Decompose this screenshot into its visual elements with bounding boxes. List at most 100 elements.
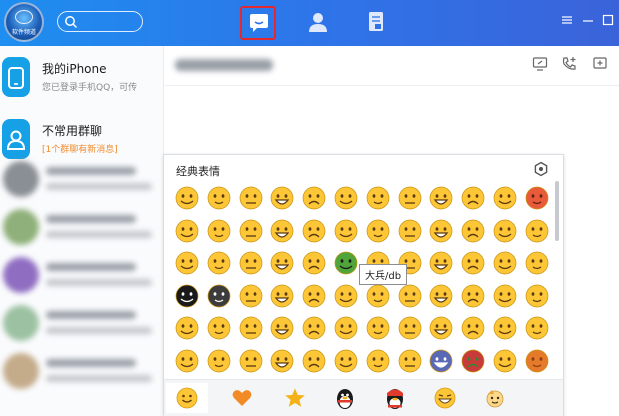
emoji[interactable] xyxy=(299,281,329,311)
emoji[interactable] xyxy=(236,346,266,376)
emoji[interactable] xyxy=(267,346,297,376)
basketball-emoji[interactable] xyxy=(522,346,552,376)
emoji[interactable] xyxy=(299,346,329,376)
category-qq[interactable] xyxy=(324,383,366,413)
angry-emoji[interactable] xyxy=(522,183,552,213)
emoji[interactable] xyxy=(172,346,202,376)
category-sticker[interactable] xyxy=(474,383,516,413)
emoji[interactable] xyxy=(490,281,520,311)
list-item[interactable] xyxy=(0,348,163,394)
emoji[interactable] xyxy=(331,346,361,376)
category-qq-red[interactable] xyxy=(374,383,416,413)
emoji[interactable] xyxy=(458,313,488,343)
maximize-icon[interactable] xyxy=(602,14,614,26)
category-star[interactable] xyxy=(274,383,316,413)
emoji[interactable] xyxy=(267,281,297,311)
emoji[interactable] xyxy=(236,281,266,311)
emoji[interactable] xyxy=(363,281,393,311)
emoji[interactable] xyxy=(458,216,488,246)
emoji[interactable] xyxy=(426,183,456,213)
emoji[interactable] xyxy=(267,313,297,343)
emoji[interactable] xyxy=(204,248,234,278)
emoji[interactable] xyxy=(490,216,520,246)
emoji[interactable] xyxy=(426,248,456,278)
tab-contacts[interactable] xyxy=(301,6,337,40)
list-item[interactable] xyxy=(0,252,163,298)
category-favorites[interactable] xyxy=(221,383,263,413)
category-laughing[interactable] xyxy=(424,383,466,413)
emoji[interactable] xyxy=(267,248,297,278)
add-member-icon[interactable] xyxy=(592,56,608,72)
conversation-item-iphone[interactable]: 我的iPhone 您已登录手机QQ，可传 xyxy=(0,46,163,108)
emoji[interactable] xyxy=(204,313,234,343)
emoji[interactable] xyxy=(204,346,234,376)
emoji[interactable] xyxy=(522,216,552,246)
emoji[interactable] xyxy=(172,313,202,343)
screen-share-icon[interactable] xyxy=(532,56,548,72)
emoji[interactable] xyxy=(490,346,520,376)
category-default[interactable] xyxy=(166,383,208,413)
emoji[interactable] xyxy=(299,183,329,213)
emoji[interactable] xyxy=(522,313,552,343)
emoji[interactable] xyxy=(458,281,488,311)
emoji[interactable] xyxy=(363,313,393,343)
emoji[interactable] xyxy=(299,216,329,246)
emoji[interactable] xyxy=(395,346,425,376)
minimize-icon[interactable] xyxy=(582,14,594,26)
emoji[interactable] xyxy=(236,183,266,213)
emoji[interactable] xyxy=(395,183,425,213)
search-box[interactable] xyxy=(57,11,143,32)
emoji[interactable] xyxy=(426,216,456,246)
emoji[interactable] xyxy=(236,216,266,246)
emoji[interactable] xyxy=(172,248,202,278)
emoji[interactable] xyxy=(331,281,361,311)
menu-icon[interactable] xyxy=(561,14,573,26)
emoji[interactable] xyxy=(331,216,361,246)
emoji[interactable] xyxy=(331,183,361,213)
emoji[interactable] xyxy=(522,281,552,311)
emoji[interactable] xyxy=(522,248,552,278)
emoji[interactable] xyxy=(426,281,456,311)
emoji[interactable] xyxy=(363,183,393,213)
emoji[interactable] xyxy=(426,313,456,343)
emoji[interactable] xyxy=(490,313,520,343)
emoji[interactable] xyxy=(395,313,425,343)
black-cat-emoji[interactable] xyxy=(172,281,202,311)
emoji[interactable] xyxy=(490,248,520,278)
emoji[interactable] xyxy=(458,248,488,278)
emoji[interactable] xyxy=(236,313,266,343)
emoji[interactable] xyxy=(172,216,202,246)
emoji[interactable] xyxy=(395,281,425,311)
gear-icon[interactable] xyxy=(533,161,549,177)
skull-emoji[interactable] xyxy=(204,281,234,311)
scrollbar[interactable] xyxy=(555,181,559,241)
emoji[interactable] xyxy=(331,313,361,343)
emoji[interactable] xyxy=(204,183,234,213)
cartoon-sticker-icon xyxy=(486,390,504,408)
emoji[interactable] xyxy=(267,216,297,246)
list-item[interactable] xyxy=(0,156,163,202)
tab-space[interactable] xyxy=(360,6,396,40)
phone-icon xyxy=(8,67,24,89)
avatar xyxy=(2,119,30,159)
emoji[interactable] xyxy=(172,183,202,213)
list-item[interactable] xyxy=(0,204,163,250)
emoji[interactable] xyxy=(395,216,425,246)
emoji[interactable] xyxy=(458,183,488,213)
emoji[interactable] xyxy=(490,183,520,213)
emoji[interactable] xyxy=(204,216,234,246)
soldier-emoji[interactable] xyxy=(331,248,361,278)
emoji[interactable] xyxy=(299,248,329,278)
emoji[interactable] xyxy=(236,248,266,278)
phone-call-icon[interactable] xyxy=(561,56,577,72)
qq-penguin-icon xyxy=(337,389,353,409)
book-emoji[interactable] xyxy=(426,346,456,376)
globe-icon xyxy=(15,10,33,24)
emoji[interactable] xyxy=(267,183,297,213)
watermelon-emoji[interactable] xyxy=(458,346,488,376)
list-item[interactable] xyxy=(0,300,163,346)
emoji[interactable] xyxy=(363,216,393,246)
emoji[interactable] xyxy=(299,313,329,343)
tab-messages[interactable] xyxy=(240,6,276,40)
emoji[interactable] xyxy=(363,346,393,376)
